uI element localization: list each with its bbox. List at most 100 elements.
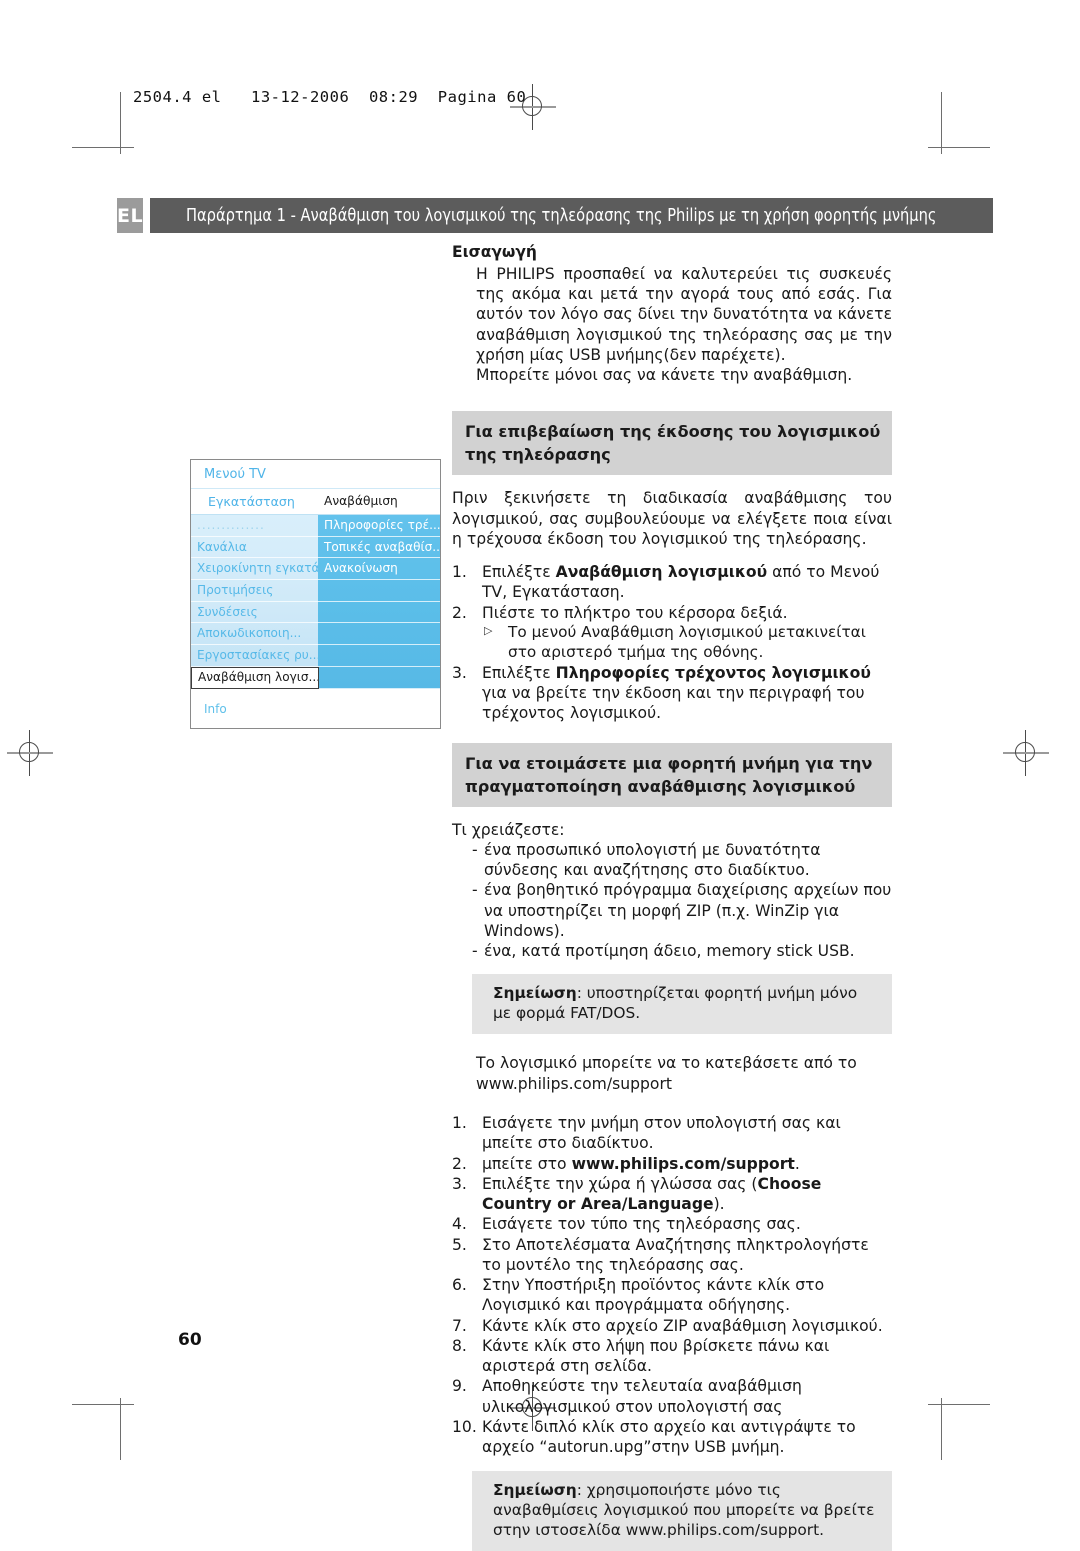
- list-item-text-pre: Επιλέξτε την χώρα ή γλώσσα σας (: [482, 1174, 758, 1193]
- list-item-text-pre: Κάντε διπλό κλίκ στο αρχείο και αντιγράψ…: [482, 1417, 856, 1457]
- list-item-number: 4.: [452, 1215, 467, 1234]
- list-item-number: 6.: [452, 1276, 467, 1295]
- tv-menu-breadcrumb-row: Εγκατάσταση Αναβάθμιση λογισ...: [191, 489, 440, 533]
- list-item: 2. μπείτε στο www.philips.com/support.: [452, 1154, 892, 1174]
- list-item-text-pre: μπείτε στο: [482, 1154, 572, 1173]
- list-item: 10. Κάντε διπλό κλίκ στο αρχείο και αντι…: [452, 1417, 892, 1458]
- list-item-number: 3.: [452, 663, 467, 682]
- list-item-number: 9.: [452, 1377, 467, 1396]
- tv-menu-info-label[interactable]: Info: [191, 689, 440, 727]
- list-item-text-pre: Κάντε κλίκ στο αρχείο ZIP αναβάθμιση λογ…: [482, 1316, 883, 1335]
- list-item-text-bold: Αναβάθμιση λογισμικού: [555, 563, 768, 582]
- list-item-number: 2.: [452, 1154, 467, 1173]
- page-title: Παράρτημα 1 - Αναβάθμιση του λογισμικού …: [150, 198, 994, 233]
- prepare-steps-list: 1. Εισάγετε την μνήμη στον υπολογιστή σα…: [452, 1113, 892, 1458]
- list-item: - ένα προσωπικό υπολογιστή με δυνατότητα…: [472, 840, 892, 881]
- list-item-number: 8.: [452, 1336, 467, 1355]
- list-item: 3. Επιλέξτε την χώρα ή γλώσσα σας (Choos…: [452, 1174, 892, 1215]
- list-item-text: ένα προσωπικό υπολογιστή με δυνατότητα σ…: [484, 840, 821, 880]
- list-item-text-pre: Αποθηκεύστε την τελευταία αναβάθμιση υλι…: [482, 1377, 802, 1416]
- list-item: 7. Κάντε κλίκ στο αρχείο ZIP αναβάθμιση …: [452, 1316, 892, 1336]
- list-item-text-post: .: [794, 1154, 800, 1173]
- tv-menu-item-blank-5: [318, 667, 440, 689]
- list-item-text-pre: Κάντε κλίκ στο λήψη που βρίσκετε πάνω κα…: [482, 1336, 830, 1376]
- list-item-number: 2.: [452, 603, 467, 622]
- page-number: 60: [178, 1330, 202, 1350]
- note-label: Σημείωση: [493, 1480, 577, 1499]
- list-item: 2. Πιέστε το πλήκτρο του κέρσορα δεξιά. …: [452, 603, 892, 663]
- crop-mark-top-right-vertical: [941, 92, 942, 154]
- list-item-text-pre: Εισάγετε την μνήμη στον υπολογιστή σας κ…: [482, 1113, 841, 1153]
- tv-menu-item-manual-install[interactable]: Χειροκίνητη εγκατά.: [191, 558, 318, 581]
- list-item: 1. Εισάγετε την μνήμη στον υπολογιστή σα…: [452, 1113, 892, 1154]
- tv-menu-item-blank-2: [318, 602, 440, 624]
- list-item-text-bold: www.philips.com/support: [571, 1154, 795, 1173]
- main-text-column: Εισαγωγή Η PHILIPS προσπαθεί να καλυτερε…: [452, 243, 892, 1551]
- registration-mark-right: [1003, 730, 1049, 776]
- list-item-text-pre: Επιλέξτε: [482, 563, 556, 582]
- tv-menu-item-blank-4: [318, 645, 440, 667]
- list-item: 5. Στο Αποτελέσματα Αναζήτησης πληκτρολο…: [452, 1235, 892, 1276]
- download-paragraph: Το λογισμικό μπορείτε να το κατεβάσετε α…: [476, 1054, 857, 1093]
- tv-menu-item-decoder[interactable]: Αποκωδικοποιη...: [191, 623, 318, 646]
- page-title-text: Παράρτημα 1 - Αναβάθμιση του λογισμικού …: [186, 205, 937, 226]
- list-item-number: 3.: [452, 1174, 467, 1193]
- tv-menu-item-factory-settings[interactable]: Εργοστασίακες ρυ...: [191, 645, 318, 667]
- list-item-text: ένα βοηθητικό πρόγραμμα διαχείρισης αρχε…: [484, 881, 892, 940]
- tv-menu-screenshot: Μενού TV Εγκατάσταση Αναβάθμιση λογισ...…: [190, 459, 441, 729]
- tv-menu-body: .............. Κανάλια Χειροκίνητη εγκατ…: [191, 515, 440, 689]
- section-version-paragraph: Πριν ξεκινήσετε τη διαδικασία αναβάθμιση…: [452, 489, 892, 548]
- list-item-text-pre: Επιλέξτε: [482, 663, 556, 682]
- section-heading-prepare: Για να ετοιμάσετε μια φορητή μνήμη για τ…: [452, 742, 892, 807]
- dash-bullet-icon: -: [472, 881, 478, 900]
- list-item-text-post: ).: [713, 1195, 725, 1214]
- tv-menu-breadcrumb-left: Εγκατάσταση: [208, 494, 295, 509]
- tv-menu-item-blank-1: [318, 580, 440, 602]
- list-item: 3. Επιλέξτε Πληροφορίες τρέχοντος λογισμ…: [452, 663, 892, 724]
- tv-menu-item-local-upgrades[interactable]: Τοπικές αναβαθίσ...: [318, 537, 440, 559]
- list-item-subnote: ▷ Το μενού Αναβάθμιση λογισμικού μετακιν…: [482, 623, 892, 663]
- note-box-fat-dos: Σημείωση: υποστηρίζεται φορητή μνήμη μόν…: [472, 974, 892, 1035]
- crop-mark-top-right-horizontal: [928, 147, 990, 148]
- intro-paragraph-1: Η PHILIPS προσπαθεί να καλυτερεύει τις σ…: [476, 264, 892, 364]
- note-box-official-upgrades: Σημείωση: χρησιμοποιήστε μόνο τις αναβαθ…: [472, 1470, 892, 1551]
- tv-menu-item-channels[interactable]: Κανάλια: [191, 537, 318, 559]
- tv-menu-item-preferences[interactable]: Προτιμήσεις: [191, 580, 318, 602]
- list-item-text-pre: Πιέστε το πλήκτρο του κέρσορα δεξιά.: [482, 603, 788, 622]
- crop-mark-bottom-left-horizontal: [72, 1404, 134, 1405]
- list-item-number: 1.: [452, 1113, 467, 1132]
- list-item-text-pre: Εισάγετε τον τύπο της τηλεόρασης σας.: [482, 1215, 801, 1234]
- crop-mark-top-left-horizontal: [72, 147, 134, 148]
- intro-heading: Εισαγωγή: [452, 243, 537, 261]
- list-item: 8. Κάντε κλίκ στο λήψη που βρίσκετε πάνω…: [452, 1336, 892, 1377]
- language-badge: EL: [117, 198, 144, 233]
- tv-menu-item-connections[interactable]: Συνδέσεις: [191, 602, 318, 624]
- list-item: 9. Αποθηκεύστε την τελευταία αναβάθμιση …: [452, 1376, 892, 1417]
- list-item: 4. Εισάγετε τον τύπο της τηλεόρασης σας.: [452, 1214, 892, 1234]
- list-item-text-bold: Πληροφορίες τρέχοντος λογισμικού: [555, 663, 871, 682]
- crop-mark-bottom-right-vertical: [941, 1398, 942, 1460]
- triangle-bullet-icon: ▷: [484, 624, 493, 638]
- tv-menu-item-current-software-info[interactable]: Πληροφορίες τρέ...: [318, 515, 440, 537]
- dash-bullet-icon: -: [472, 942, 478, 961]
- section-heading-version: Για επιβεβαίωση της έκδοσης του λογισμικ…: [452, 411, 892, 476]
- tv-menu-item-announcement[interactable]: Ανακοίνωση: [318, 558, 440, 581]
- list-item-text-pre: Στην Υποστήριξη προϊόντος κάντε κλίκ στο…: [482, 1276, 825, 1315]
- list-item-text: ένα, κατά προτίμηση άδειο, memory stick …: [484, 942, 855, 961]
- dash-bullet-icon: -: [472, 840, 478, 859]
- list-item-text-pre: Στο Αποτελέσματα Αναζήτησης πληκτρολογήσ…: [482, 1235, 869, 1274]
- tv-menu-breadcrumb-right: Αναβάθμιση λογισ...: [318, 489, 440, 533]
- tv-menu-item-blank-3: [318, 623, 440, 646]
- list-item-text-post: για να βρείτε την έκδοση και την περιγρα…: [482, 684, 865, 723]
- list-item-number: 5.: [452, 1235, 467, 1254]
- tv-menu-item-dots[interactable]: ..............: [191, 515, 318, 537]
- tv-menu-item-software-upgrade[interactable]: Αναβάθμιση λογισ...: [191, 666, 319, 689]
- registration-mark-left: [7, 730, 53, 776]
- list-item: 1. Επιλέξτε Αναβάθμιση λογισμικού από το…: [452, 562, 892, 603]
- list-item-number: 7.: [452, 1316, 467, 1335]
- page-header: EL Παράρτημα 1 - Αναβάθμιση του λογισμικ…: [117, 198, 994, 233]
- requirements-list: - ένα προσωπικό υπολογιστή με δυνατότητα…: [452, 840, 892, 962]
- crop-mark-bottom-right-horizontal: [928, 1404, 990, 1405]
- list-item: 6. Στην Υποστήριξη προϊόντος κάντε κλίκ …: [452, 1275, 892, 1316]
- prepare-lead-text: Τι χρειάζεστε:: [452, 820, 565, 839]
